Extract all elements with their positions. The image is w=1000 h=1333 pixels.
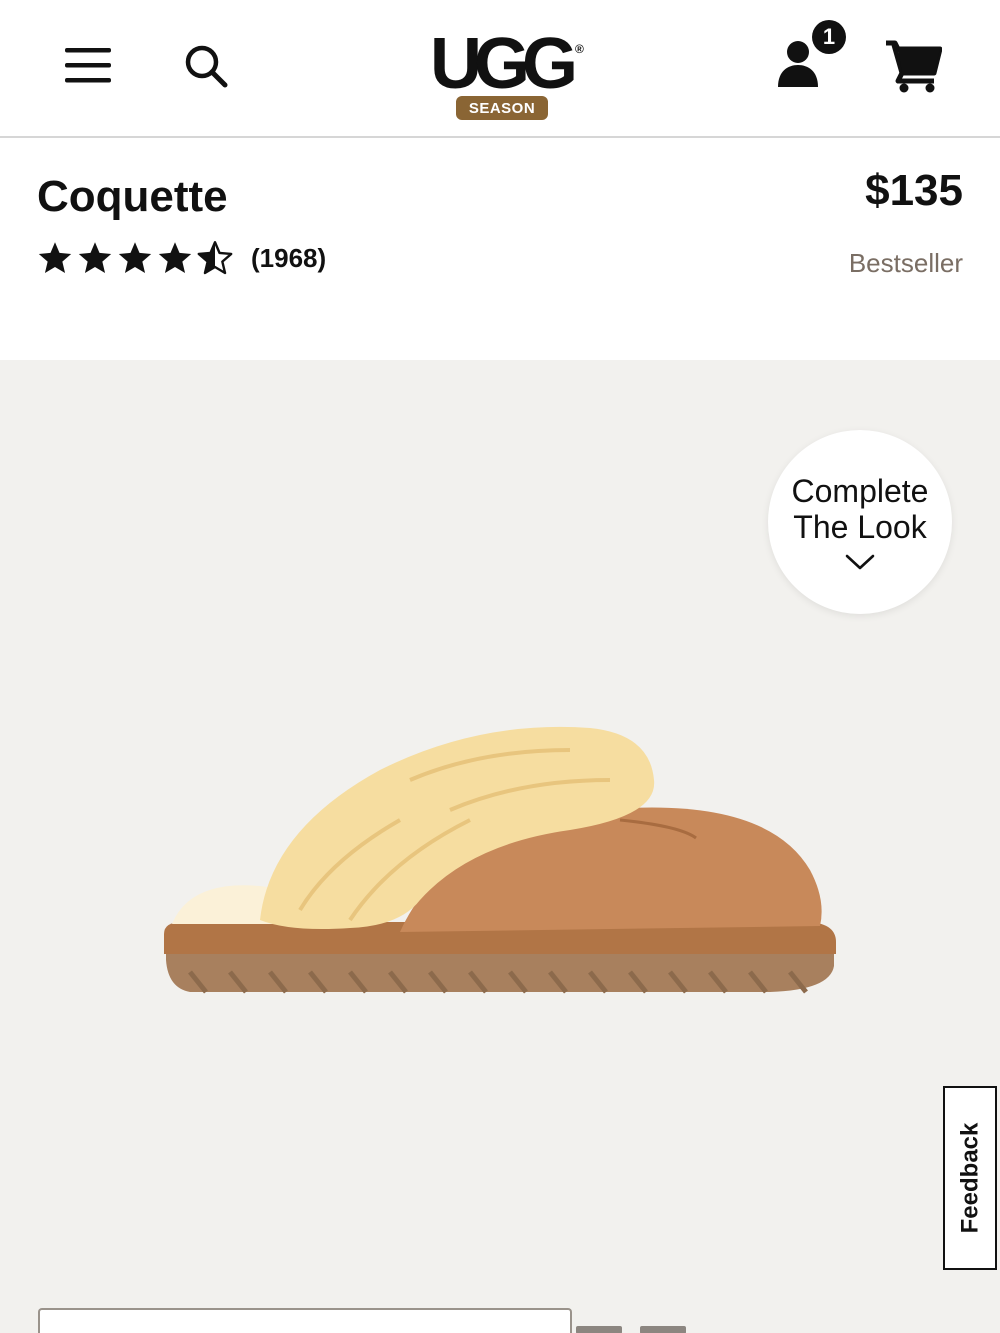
product-price: $135 — [865, 166, 963, 215]
star-half-icon — [197, 241, 233, 275]
chevron-down-icon — [845, 554, 875, 570]
product-rating[interactable]: (1968) — [37, 240, 326, 276]
hamburger-menu-icon — [65, 48, 111, 83]
user-icon — [778, 41, 818, 87]
review-count[interactable]: (1968) — [251, 243, 326, 274]
product-image-gallery[interactable]: Complete The Look Feedback — [0, 360, 1000, 1333]
logo-season-label: SEASON — [456, 96, 548, 120]
star-full-icon — [38, 242, 72, 273]
product-title: Coquette — [37, 172, 228, 221]
search-icon — [185, 45, 228, 88]
feedback-label: Feedback — [956, 1122, 983, 1234]
ugg-logo[interactable]: UGG ® SEASON — [410, 24, 590, 124]
star-rating — [37, 240, 233, 276]
logo-registered-mark: ® — [575, 42, 584, 56]
star-full-icon — [158, 242, 192, 273]
star-full-icon — [118, 242, 152, 273]
cart-icon — [886, 40, 942, 93]
gallery-indicator[interactable] — [640, 1326, 686, 1333]
menu-button[interactable] — [58, 38, 118, 92]
search-button[interactable] — [178, 38, 234, 94]
complete-the-look-label-line1: Complete — [791, 473, 929, 509]
gallery-indicator[interactable] — [576, 1326, 622, 1333]
logo-wordmark: UGG — [429, 24, 578, 104]
product-image-slipper — [164, 726, 836, 994]
complete-the-look-button[interactable]: Complete The Look — [768, 430, 952, 614]
bottom-panel-edge — [38, 1308, 572, 1333]
star-full-icon — [78, 242, 112, 273]
account-notification-badge: 1 — [812, 20, 846, 54]
site-header: UGG ® SEASON 1 — [0, 0, 1000, 138]
cart-button[interactable] — [880, 36, 946, 96]
complete-the-look-label-line2: The Look — [793, 509, 927, 545]
bestseller-tag: Bestseller — [848, 248, 963, 278]
feedback-tab[interactable]: Feedback — [943, 1086, 997, 1270]
